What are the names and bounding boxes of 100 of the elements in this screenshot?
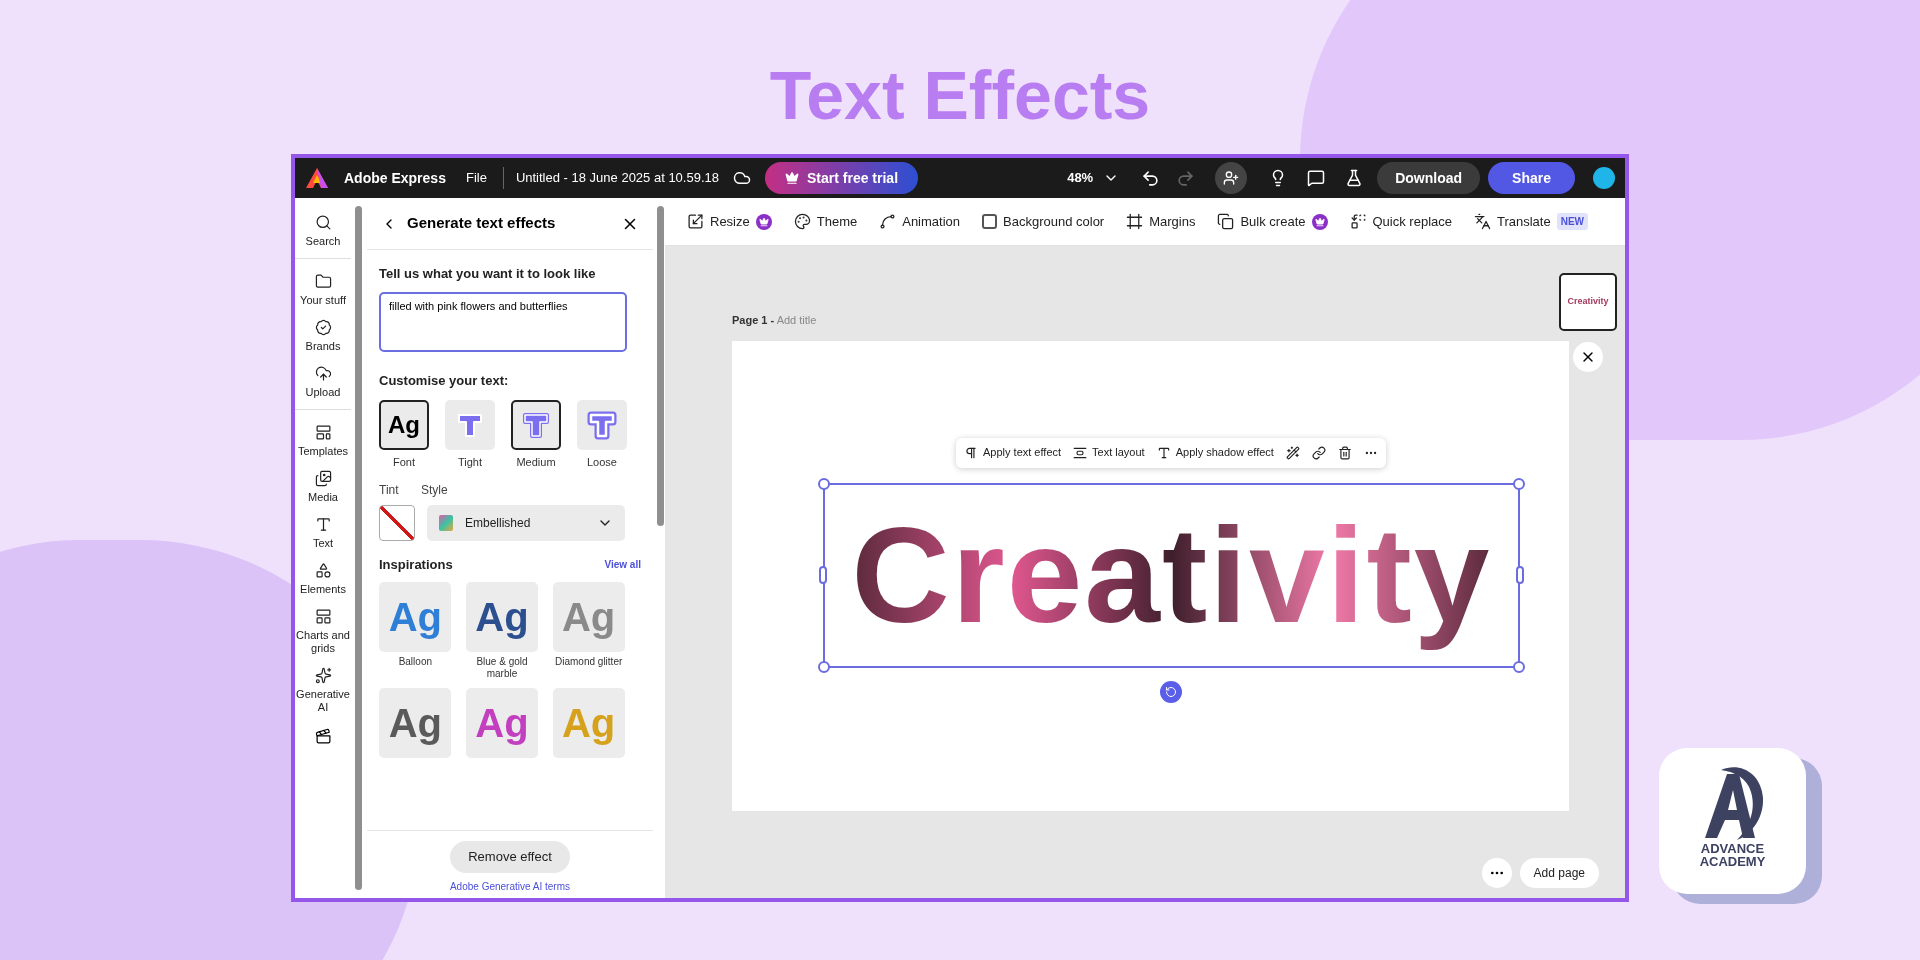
- logo-text: ACADEMY: [1699, 855, 1766, 868]
- sidebar-item[interactable]: Templates: [295, 418, 351, 464]
- sidebar-item[interactable]: Search: [295, 208, 351, 259]
- style-label: Style: [421, 481, 448, 499]
- copy-icon: [1217, 213, 1235, 230]
- resize-handle[interactable]: [1516, 565, 1524, 584]
- wand-icon[interactable]: [1285, 445, 1300, 460]
- resize-handle[interactable]: [818, 477, 830, 490]
- option-tile[interactable]: [445, 400, 495, 450]
- toolbar-button[interactable]: Bulk create: [1209, 205, 1336, 238]
- prompt-label: Tell us what you want it to look like: [379, 265, 597, 283]
- toolbar-button[interactable]: Animation: [871, 205, 969, 238]
- context-button[interactable]: Apply shadow effect: [1156, 444, 1274, 461]
- sidebar-item[interactable]: Charts and grids: [295, 602, 351, 661]
- replace-icon: [1349, 213, 1367, 230]
- effect-caption: Balloon: [398, 656, 432, 668]
- shadow-text-icon: [1156, 445, 1171, 460]
- sidebar-item[interactable]: Media: [295, 464, 351, 510]
- premium-crown-icon: [755, 213, 772, 230]
- scrollbar[interactable]: [656, 206, 664, 526]
- sidebar-item[interactable]: Elements: [295, 556, 351, 602]
- toolbar-button[interactable]: Resize: [679, 205, 780, 238]
- effect-preview[interactable]: Ag: [379, 688, 452, 758]
- text-layout-icon: [1073, 445, 1088, 460]
- style-dropdown[interactable]: Embellished: [427, 504, 625, 541]
- remove-effect-button[interactable]: Remove effect: [450, 841, 570, 873]
- rotate-handle[interactable]: [1160, 680, 1182, 703]
- effect-caption: Blue & gold marble: [475, 656, 529, 680]
- sidebar-item[interactable]: Text: [295, 510, 351, 556]
- invite-user-button[interactable]: [1215, 162, 1248, 194]
- toolbar-button[interactable]: Translate NEW: [1466, 205, 1597, 238]
- new-badge: NEW: [1556, 213, 1589, 230]
- logo-text: ADVANCE: [1700, 842, 1765, 855]
- effect-preview[interactable]: Ag: [466, 688, 538, 758]
- selection-frame[interactable]: Creativity: [823, 482, 1520, 668]
- resize-handle[interactable]: [818, 660, 830, 673]
- premium-crown-icon: [1311, 213, 1328, 230]
- zoom-dropdown[interactable]: 48%: [1067, 168, 1120, 188]
- frame-icon: [1126, 213, 1144, 230]
- checkbox[interactable]: [982, 214, 998, 229]
- font-sample: Ag: [388, 410, 420, 440]
- add-page-button[interactable]: Add page: [1519, 858, 1599, 888]
- option-tile[interactable]: Ag: [379, 400, 429, 450]
- link-icon[interactable]: [1311, 445, 1326, 460]
- share-button[interactable]: Share: [1488, 162, 1575, 194]
- sparkles-icon: [314, 667, 332, 684]
- page-label: Page 1 -: [732, 314, 775, 326]
- download-button[interactable]: Download: [1377, 162, 1481, 194]
- crown-icon: [785, 171, 799, 185]
- trash-icon[interactable]: [1337, 445, 1352, 460]
- search-icon: [314, 214, 332, 231]
- sidebar-item[interactable]: Generative AI: [295, 661, 351, 720]
- resize-handle[interactable]: [1513, 660, 1525, 673]
- undo-icon[interactable]: [1141, 168, 1161, 188]
- no-tint-swatch[interactable]: [379, 504, 415, 541]
- file-menu[interactable]: File: [465, 168, 487, 188]
- option-label: Tight: [457, 455, 482, 470]
- grid-icon: [314, 608, 332, 625]
- option-label: Medium: [516, 455, 556, 470]
- resize-handle[interactable]: [819, 565, 827, 584]
- toolbar-button[interactable]: Theme: [785, 205, 866, 238]
- app-logo-icon: [305, 167, 329, 189]
- resize-handle[interactable]: [1513, 477, 1525, 490]
- folder-icon: [314, 273, 332, 290]
- avatar[interactable]: [1593, 167, 1615, 189]
- option-tile[interactable]: [577, 400, 627, 450]
- sidebar-item[interactable]: Your stuff: [295, 267, 351, 313]
- page-title: Text Effects: [769, 56, 1151, 135]
- start-trial-button[interactable]: Start free trial: [765, 162, 919, 194]
- palette-icon: [793, 213, 811, 230]
- inspirations-heading: Inspirations: [379, 555, 453, 574]
- effect-caption: Diamond glitter: [555, 656, 623, 668]
- option-tile[interactable]: [511, 400, 561, 450]
- comment-icon[interactable]: [1307, 169, 1326, 187]
- flask-icon[interactable]: [1345, 169, 1364, 187]
- effect-preview[interactable]: Ag: [466, 582, 538, 652]
- style-icon: [439, 514, 453, 531]
- sidebar-item[interactable]: Brands: [295, 313, 351, 359]
- view-all-link[interactable]: View all: [604, 556, 641, 572]
- context-button[interactable]: Apply text effect: [964, 444, 1062, 461]
- sidebar-item[interactable]: Upload: [295, 359, 351, 410]
- clapperboard-icon[interactable]: [314, 728, 332, 745]
- panel-title: Generate text effects: [407, 213, 557, 234]
- context-button[interactable]: Text layout: [1073, 444, 1145, 461]
- rotate-icon: [1165, 685, 1177, 698]
- toolbar-button[interactable]: Background color: [974, 205, 1113, 238]
- scrollbar[interactable]: [354, 206, 362, 890]
- page-thumbnail[interactable]: Creativity: [1559, 273, 1617, 331]
- terms-link[interactable]: Adobe Generative AI terms: [449, 879, 571, 894]
- toolbar-button[interactable]: Quick replace: [1341, 205, 1460, 238]
- option-label: Font: [393, 455, 415, 470]
- close-button[interactable]: [1573, 342, 1603, 372]
- customise-label: Customise your text:: [379, 371, 510, 390]
- images-icon: [314, 470, 332, 487]
- toolbar-button[interactable]: Margins: [1118, 205, 1204, 238]
- prompt-field[interactable]: filled with pink flowers and butterflies: [379, 291, 627, 352]
- template-icon: [314, 424, 332, 441]
- badge-icon: [314, 319, 332, 336]
- add-user-icon: [1223, 170, 1240, 186]
- cloud-icon: [733, 169, 751, 187]
